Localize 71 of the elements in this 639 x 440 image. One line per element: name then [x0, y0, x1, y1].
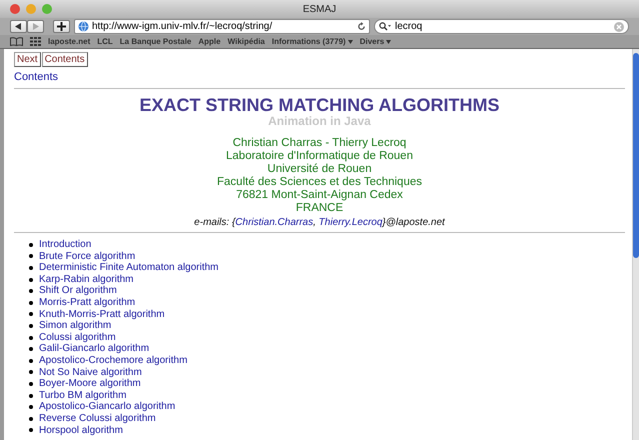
- bookmark-link[interactable]: LCL: [97, 37, 113, 46]
- algorithm-link[interactable]: Boyer-Moore algorithm: [39, 378, 141, 390]
- bullet-icon: [29, 405, 33, 410]
- bullet-icon: [29, 416, 33, 421]
- bullet-icon: [29, 278, 33, 282]
- email-link[interactable]: Christian.Charras: [235, 217, 314, 228]
- bullet-icon: [29, 382, 33, 386]
- algorithm-link[interactable]: Turbo BM algorithm: [39, 390, 126, 402]
- caret-icon: [386, 40, 392, 44]
- bullet-icon: [29, 370, 33, 374]
- bookmark-link[interactable]: laposte.net: [48, 37, 90, 46]
- page-title: EXACT STRING MATCHING ALGORITHMS: [140, 95, 500, 115]
- bullet-icon: [29, 336, 33, 340]
- globe-icon: [78, 21, 89, 32]
- address-line: Christian Charras - Thierry Lecroq: [232, 137, 406, 150]
- search-icon: [379, 22, 392, 31]
- grid-icon[interactable]: [30, 37, 41, 46]
- algorithm-link[interactable]: Deterministic Finite Automaton algorithm: [39, 262, 219, 274]
- algorithm-link[interactable]: Shift Or algorithm: [39, 285, 117, 297]
- window-title: ESMAJ: [302, 4, 336, 14]
- algorithm-link[interactable]: Simon algorithm: [39, 320, 112, 332]
- search-field[interactable]: lecroq: [374, 19, 629, 34]
- scrollbar[interactable]: [632, 49, 639, 440]
- address-line: 76821 Mont-Saint-Aignan Cedex: [236, 189, 403, 202]
- algorithm-link[interactable]: Not So Naive algorithm: [39, 366, 142, 378]
- close-button[interactable]: [10, 4, 20, 14]
- address-field[interactable]: http://www-igm.univ-mlv.fr/~lecroq/string/: [74, 19, 370, 34]
- book-icon[interactable]: [10, 37, 23, 46]
- algorithm-link[interactable]: Morris-Pratt algorithm: [39, 296, 136, 309]
- email-line: e-mails: {Christian.Charras, Thierry.Lecroq}@laposte.net: [194, 216, 445, 229]
- bullet-icon: [29, 289, 33, 294]
- bookmark-link[interactable]: Apple: [198, 37, 221, 46]
- algorithm-link[interactable]: Colussi algorithm: [39, 332, 116, 344]
- back-button[interactable]: [10, 20, 27, 33]
- address-line: Faculté des Sciences et des Techniques: [217, 176, 422, 189]
- address-line: FRANCE: [296, 202, 344, 215]
- algorithm-link[interactable]: Apostolico-Crochemore algorithm: [39, 354, 188, 367]
- bookmark-menu[interactable]: Informations (3779): [272, 37, 353, 46]
- algorithm-link[interactable]: Knuth-Morris-Pratt algorithm: [39, 308, 165, 320]
- reload-icon[interactable]: [357, 22, 366, 31]
- bookmark-link[interactable]: Wikipédia: [228, 37, 265, 46]
- algorithm-link[interactable]: Karp-Rabin algorithm: [39, 274, 134, 286]
- algorithm-link[interactable]: Galil-Giancarlo algorithm: [39, 343, 150, 355]
- algorithm-link[interactable]: Horspool algorithm: [39, 424, 123, 436]
- add-bookmark-button[interactable]: [53, 20, 70, 33]
- bullet-icon: [29, 428, 33, 432]
- bullet-icon: [29, 324, 33, 328]
- bullet-icon: [29, 358, 33, 363]
- bullet-icon: [29, 312, 33, 316]
- algorithm-link[interactable]: Apostolico-Giancarlo algorithm: [39, 401, 176, 413]
- bullet-icon: [29, 254, 33, 258]
- algorithm-link[interactable]: Introduction: [39, 239, 92, 251]
- bullet-icon: [29, 266, 33, 270]
- bullet-icon: [29, 242, 33, 247]
- bullet-icon: [29, 300, 33, 305]
- back-arrow-icon: [15, 23, 22, 30]
- bookmark-menu[interactable]: Divers: [360, 37, 392, 46]
- nav-button[interactable]: Next: [14, 52, 41, 67]
- scrollbar-thumb[interactable]: [633, 53, 639, 258]
- address-line: Université de Rouen: [267, 163, 372, 176]
- contents-link[interactable]: Contents: [14, 71, 58, 83]
- nav-button[interactable]: Contents: [42, 52, 88, 67]
- address-line: Laboratoire d'Informatique de Rouen: [226, 150, 413, 163]
- bullet-icon: [29, 347, 33, 352]
- algorithm-link[interactable]: Reverse Colussi algorithm: [39, 412, 156, 424]
- forward-arrow-icon: [32, 23, 39, 30]
- email-link[interactable]: Thierry.Lecroq: [318, 217, 382, 228]
- caret-icon: [348, 40, 353, 44]
- bookmark-link[interactable]: La Banque Postale: [120, 37, 192, 46]
- algorithm-link[interactable]: Brute Force algorithm: [39, 250, 136, 262]
- bullet-icon: [29, 394, 33, 398]
